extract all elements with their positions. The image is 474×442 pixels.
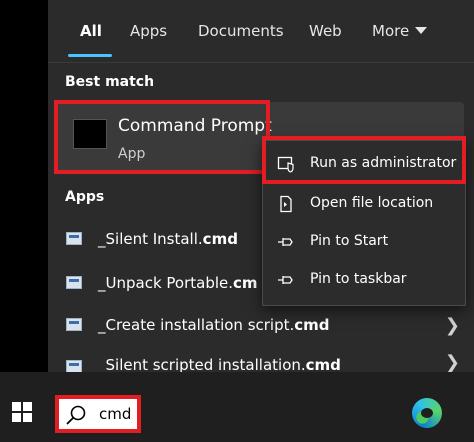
app-result-create-installation-script[interactable]: _Create installation script.cmd ❯ <box>56 306 464 344</box>
menu-item-label: Pin to Start <box>310 233 389 249</box>
best-match-highlight <box>54 100 270 174</box>
menu-item-label: Pin to taskbar <box>310 271 407 287</box>
script-file-icon <box>66 318 82 331</box>
app-result-label: _Create installation script.cmd <box>98 316 330 334</box>
apps-heading: Apps <box>65 189 105 205</box>
windows-search-screen: All Apps Documents Web More Best match C… <box>0 0 474 442</box>
script-file-icon <box>66 232 82 245</box>
filter-tabs: All Apps Documents Web More <box>48 0 474 62</box>
menu-item-label: Open file location <box>310 195 434 211</box>
tab-all[interactable]: All <box>80 22 102 40</box>
menu-item-pin-to-start[interactable]: Pin to Start <box>263 223 467 261</box>
app-result-label: _Silent Install.cmd <box>98 230 238 248</box>
tab-documents[interactable]: Documents <box>198 22 284 40</box>
menu-item-pin-to-taskbar[interactable]: Pin to taskbar <box>263 261 467 299</box>
tab-more-label: More <box>372 22 410 40</box>
pin-icon <box>278 276 293 284</box>
chevron-right-icon[interactable]: ❯ <box>445 352 460 372</box>
chevron-right-icon[interactable]: ❯ <box>445 315 460 336</box>
menu-item-open-file-location[interactable]: Open file location <box>263 185 467 223</box>
tab-more[interactable]: More <box>372 22 428 40</box>
tab-web[interactable]: Web <box>309 22 342 40</box>
edge-browser-icon[interactable] <box>412 398 442 428</box>
app-result-label: _Silent scripted installation.cmd <box>98 356 341 372</box>
script-file-icon <box>66 276 82 289</box>
caret-down-icon <box>415 27 428 34</box>
best-match-heading: Best match <box>65 74 155 90</box>
search-input[interactable]: cmd <box>99 405 131 423</box>
run-as-admin-highlight <box>262 136 466 184</box>
app-result-label: _Unpack Portable.cm <box>98 274 258 292</box>
tabs-divider <box>48 62 474 63</box>
windows-logo-icon[interactable] <box>12 402 32 422</box>
app-result-silent-scripted-installation[interactable]: _Silent scripted installation.cmd ❯ <box>56 348 464 372</box>
file-icon <box>280 195 292 213</box>
active-tab-indicator <box>68 54 112 57</box>
start-rail <box>0 0 48 372</box>
tab-apps[interactable]: Apps <box>130 22 167 40</box>
taskbar-search-box[interactable]: cmd <box>55 395 141 433</box>
pin-icon <box>278 238 293 246</box>
script-file-icon <box>66 360 82 372</box>
search-icon <box>66 405 86 425</box>
